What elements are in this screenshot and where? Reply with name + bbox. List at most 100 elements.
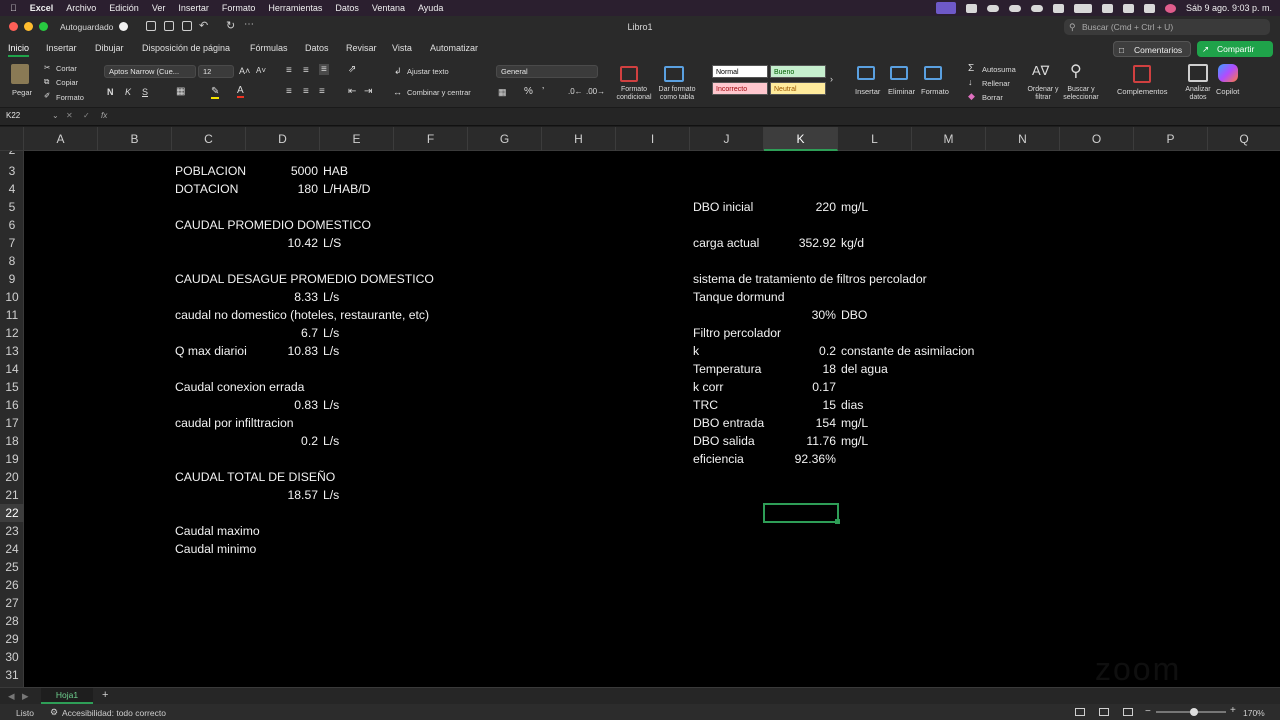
formula-input[interactable] [124, 109, 1274, 124]
conditional-format-icon[interactable] [620, 66, 638, 82]
cell-e3[interactable]: HAB [323, 162, 348, 180]
increase-decimal-icon[interactable]: .0← [568, 87, 583, 96]
column-header-h[interactable]: H [542, 127, 616, 151]
cell-c3[interactable]: POBLACION [175, 162, 246, 180]
number-format-select[interactable]: General [496, 65, 598, 78]
cell-c9[interactable]: CAUDAL DESAGUE PROMEDIO DOMESTICO [175, 270, 434, 288]
align-left-icon[interactable]: ≡ [286, 86, 292, 97]
column-header-m[interactable]: M [912, 127, 986, 151]
cloud-sync-icon[interactable] [1008, 4, 1021, 12]
wifi-icon[interactable] [1101, 3, 1113, 13]
menu-ventana[interactable]: Ventana [372, 3, 405, 13]
orientation-icon[interactable]: ⇗ [348, 64, 356, 75]
cell-d18[interactable]: 0.2 [246, 432, 318, 450]
row-header-26[interactable]: 26 [0, 576, 24, 594]
cloud-icon[interactable] [986, 4, 999, 12]
page-layout-view-icon[interactable] [1099, 708, 1109, 716]
screen-share-icon[interactable] [935, 2, 956, 14]
style-neutral[interactable]: Neutral [770, 82, 826, 95]
accessibility-icon[interactable]: ⚙ [50, 707, 58, 718]
worksheet-grid[interactable]: 2 3 4 5 6 7 8 9 10 11 12 13 14 15 16 17 … [0, 151, 1280, 687]
select-all-corner[interactable] [0, 127, 24, 151]
cell-c4[interactable]: DOTACION [175, 180, 238, 198]
merge-center-button[interactable]: Combinar y centrar [407, 88, 471, 97]
column-header-l[interactable]: L [838, 127, 912, 151]
cell-l14[interactable]: del agua [841, 360, 888, 378]
row-header-20[interactable]: 20 [0, 468, 24, 486]
row-header-7[interactable]: 7 [0, 234, 24, 252]
cell-e18[interactable]: L/s [323, 432, 339, 450]
cell-l16[interactable]: dias [841, 396, 863, 414]
percent-icon[interactable]: % [524, 86, 533, 97]
font-size-select[interactable]: 12 [198, 65, 234, 78]
cell-j16[interactable]: TRC [693, 396, 718, 414]
sort-filter-button[interactable]: Ordenar y filtrar [1024, 86, 1062, 102]
currency-icon[interactable]: ▦ [498, 87, 507, 98]
cell-k5[interactable]: 220 [764, 198, 836, 216]
creative-cloud-icon[interactable] [965, 3, 977, 13]
cell-j14[interactable]: Temperatura [693, 360, 761, 378]
tab-disposicion[interactable]: Disposición de página [142, 43, 230, 53]
format-table-icon[interactable] [664, 66, 684, 82]
cell-k17[interactable]: 154 [764, 414, 836, 432]
column-header-d[interactable]: D [246, 127, 320, 151]
column-header-q[interactable]: Q [1208, 127, 1280, 151]
cell-k18[interactable]: 11.76 [764, 432, 836, 450]
zoom-in-icon[interactable]: + [1230, 705, 1236, 716]
delete-cells-button[interactable]: Eliminar [888, 87, 915, 96]
style-normal[interactable]: Normal [712, 65, 768, 78]
format-painter-button[interactable]: Formato [56, 93, 84, 102]
cell-j12[interactable]: Filtro percolador [693, 324, 781, 342]
format-cells-button[interactable]: Formato [921, 87, 949, 96]
insert-cells-icon[interactable] [857, 66, 875, 80]
tab-datos[interactable]: Datos [305, 43, 329, 53]
menu-herramientas[interactable]: Herramientas [268, 3, 322, 13]
conditional-format-button[interactable]: Formato condicional [614, 86, 654, 102]
column-header-a[interactable]: A [24, 127, 98, 151]
cell-l18[interactable]: mg/L [841, 432, 868, 450]
menu-formato[interactable]: Formato [222, 3, 256, 13]
fill-handle[interactable] [835, 519, 840, 524]
fill-color-icon[interactable]: ✎ [211, 86, 220, 99]
cell-k13[interactable]: 0.2 [764, 342, 836, 360]
sort-filter-icon[interactable]: A∇ [1032, 63, 1049, 79]
row-header-30[interactable]: 30 [0, 648, 24, 666]
cell-l17[interactable]: mg/L [841, 414, 868, 432]
indent-decrease-icon[interactable]: ⇤ [348, 86, 356, 97]
cell-c6[interactable]: CAUDAL PROMEDIO DOMESTICO [175, 216, 371, 234]
zoom-slider[interactable] [1156, 708, 1226, 716]
cell-k14[interactable]: 18 [764, 360, 836, 378]
row-header-4[interactable]: 4 [0, 180, 24, 198]
cell-c20[interactable]: CAUDAL TOTAL DE DISEÑO [175, 468, 335, 486]
cell-d21[interactable]: 18.57 [246, 486, 319, 504]
analyze-data-button[interactable]: Analizar datos [1182, 86, 1214, 102]
paste-label[interactable]: Pegar [12, 88, 32, 97]
cell-j5[interactable]: DBO inicial [693, 198, 753, 216]
menu-app-excel[interactable]: Excel [30, 3, 54, 13]
row-header-16[interactable]: 16 [0, 396, 24, 414]
menu-edicion[interactable]: Edición [109, 3, 139, 13]
cell-c24[interactable]: Caudal minimo [175, 540, 256, 558]
cell-j9[interactable]: sistema de tratamiento de filtros percol… [693, 270, 927, 288]
cell-j13[interactable]: k [693, 342, 699, 360]
tab-revisar[interactable]: Revisar [346, 43, 377, 53]
cell-k19[interactable]: 92.36% [764, 450, 836, 468]
row-header-18[interactable]: 18 [0, 432, 24, 450]
search-input[interactable]: ⚲ Buscar (Cmd + Ctrl + U) [1064, 19, 1270, 35]
insert-cells-button[interactable]: Insertar [855, 87, 880, 96]
cell-d12[interactable]: 6.7 [246, 324, 318, 342]
copilot-button[interactable]: Copilot [1216, 87, 1239, 96]
cell-c13[interactable]: Q max diarioi [175, 342, 247, 360]
row-header-17[interactable]: 17 [0, 414, 24, 432]
underline-button[interactable]: S [142, 87, 148, 97]
page-break-view-icon[interactable] [1123, 708, 1133, 716]
indent-increase-icon[interactable]: ⇥ [364, 86, 372, 97]
cell-k16[interactable]: 15 [764, 396, 836, 414]
italic-button[interactable]: K [125, 87, 131, 97]
cell-j10[interactable]: Tanque dormund [693, 288, 784, 306]
comments-button[interactable]: □ Comentarios [1113, 41, 1191, 57]
cut-button[interactable]: Cortar [56, 64, 77, 73]
copilot-icon[interactable] [1218, 64, 1238, 82]
borders-icon[interactable]: ▦ [176, 86, 185, 97]
row-header-15[interactable]: 15 [0, 378, 24, 396]
